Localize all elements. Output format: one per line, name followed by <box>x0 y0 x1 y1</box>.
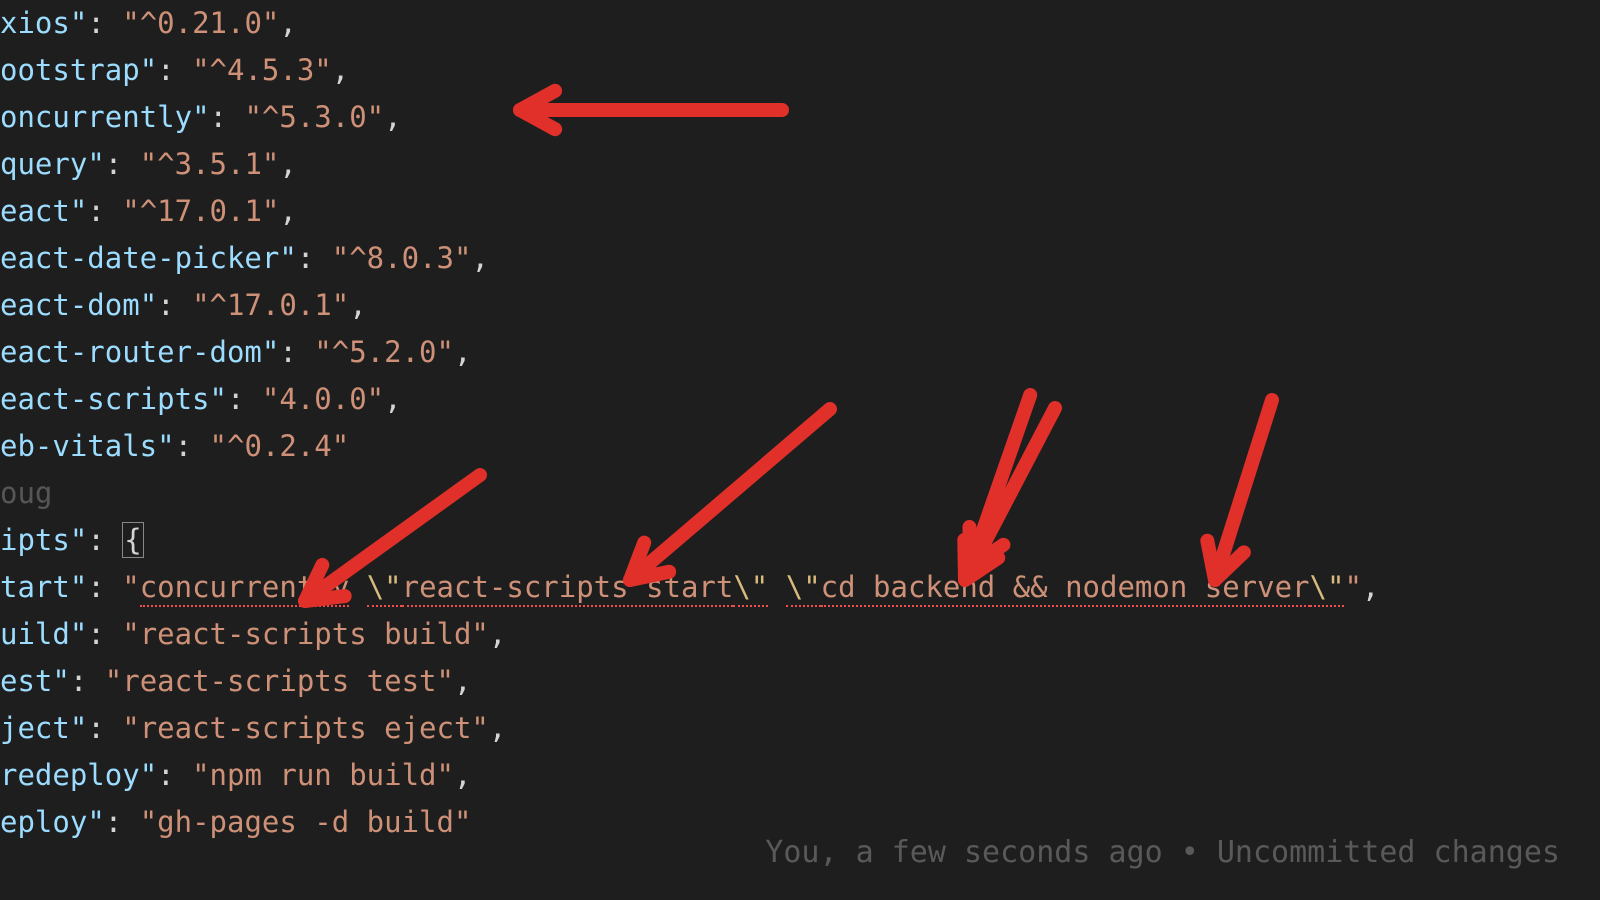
code-line: est": "react-scripts test", <box>0 658 1600 705</box>
codelens-hint[interactable]: oug <box>0 476 52 510</box>
json-string: "react-scripts test" <box>105 664 454 698</box>
json-string: react-scripts start <box>402 570 734 607</box>
json-key: eact-date-picker <box>0 241 279 275</box>
json-string: "gh-pages -d build" <box>140 805 472 839</box>
json-string: "^3.5.1" <box>140 147 280 181</box>
code-line: eact": "^17.0.1", <box>0 188 1600 235</box>
code-line: eb-vitals": "^0.2.4" <box>0 423 1600 470</box>
json-string: cd backend && nodemon server <box>821 570 1310 607</box>
json-string: "^4.5.3" <box>192 53 332 87</box>
code-line: uild": "react-scripts build", <box>0 611 1600 658</box>
code-line: ject": "react-scripts eject", <box>0 705 1600 752</box>
json-string <box>349 570 366 604</box>
escaped-quote: \" <box>786 570 821 607</box>
code-line: oug <box>0 470 1600 517</box>
json-string: "^0.2.4" <box>210 429 350 463</box>
json-string <box>768 570 785 604</box>
code-line: eact-dom": "^17.0.1", <box>0 282 1600 329</box>
json-key: eact-scripts <box>0 382 210 416</box>
code-line: eact-date-picker": "^8.0.3", <box>0 235 1600 282</box>
json-key: est <box>0 664 52 698</box>
escaped-quote: \" <box>733 570 768 607</box>
json-string: "react-scripts eject" <box>122 711 489 745</box>
json-key: ject <box>0 711 70 745</box>
code-editor[interactable]: xios": "^0.21.0",ootstrap": "^4.5.3",onc… <box>0 0 1600 900</box>
json-key: ootstrap <box>0 53 140 87</box>
json-string: "^5.2.0" <box>314 335 454 369</box>
code-line: redeploy": "npm run build", <box>0 752 1600 799</box>
json-key: oncurrently <box>0 100 192 134</box>
code-line: eact-router-dom": "^5.2.0", <box>0 329 1600 376</box>
json-key: xios <box>0 6 70 40</box>
json-string: "^17.0.1" <box>122 194 279 228</box>
json-key: query <box>0 147 87 181</box>
code-line: ipts": { <box>0 517 1600 564</box>
json-key: ipts <box>0 523 70 557</box>
json-key: tart <box>0 570 70 604</box>
code-line: oncurrently": "^5.3.0", <box>0 94 1600 141</box>
code-line: query": "^3.5.1", <box>0 141 1600 188</box>
json-string: "npm run build" <box>192 758 454 792</box>
json-key: uild <box>0 617 70 651</box>
escaped-quote: \" <box>1310 570 1345 607</box>
json-key: redeploy <box>0 758 140 792</box>
code-line: tart": "concurrently \"react-scripts sta… <box>0 564 1600 611</box>
json-key: eact-dom <box>0 288 140 322</box>
json-string: "^5.3.0" <box>244 100 384 134</box>
json-string: "^0.21.0" <box>122 6 279 40</box>
json-key: eb-vitals <box>0 429 157 463</box>
json-key: eploy <box>0 805 87 839</box>
json-string: concurrently <box>140 570 350 607</box>
code-line: xios": "^0.21.0", <box>0 0 1600 47</box>
code-line: ootstrap": "^4.5.3", <box>0 47 1600 94</box>
code-line: eact-scripts": "4.0.0", <box>0 376 1600 423</box>
json-key: eact <box>0 194 70 228</box>
json-string: "^8.0.3" <box>332 241 472 275</box>
gitlens-annotation: You, a few seconds ago • Uncommitted cha… <box>765 835 1560 870</box>
json-string: "^17.0.1" <box>192 288 349 322</box>
json-string: "4.0.0" <box>262 382 384 416</box>
json-key: eact-router-dom <box>0 335 262 369</box>
brace-open: { <box>122 522 143 558</box>
escaped-quote: \" <box>367 570 402 607</box>
json-string: "react-scripts build" <box>122 617 489 651</box>
